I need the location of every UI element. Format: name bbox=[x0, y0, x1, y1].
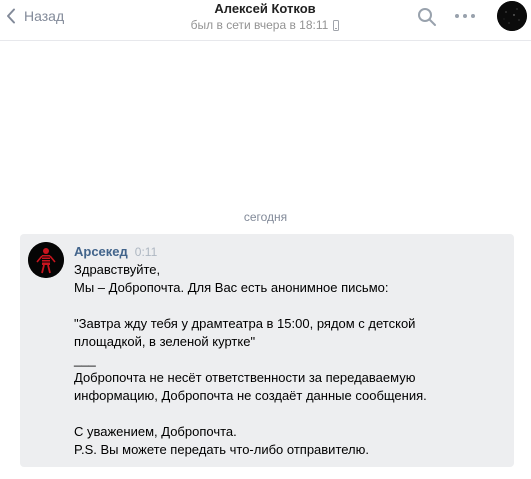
status-text: был в сети вчера в 18:11 bbox=[190, 18, 329, 32]
message-line: площадкой, в зеленой куртке" bbox=[74, 334, 256, 349]
message-line: Добропочта не несёт ответственности за п… bbox=[74, 370, 416, 385]
message-line bbox=[74, 297, 504, 315]
message-line: С уважением, Добропочта. bbox=[74, 424, 237, 439]
message-line bbox=[74, 405, 504, 423]
search-icon[interactable] bbox=[417, 7, 437, 32]
message-line: Здравствуйте, bbox=[74, 262, 161, 277]
online-status: был в сети вчера в 18:11 bbox=[150, 17, 380, 33]
message-time[interactable]: 0:11 bbox=[135, 245, 157, 259]
message-author[interactable]: Арсекед bbox=[74, 244, 128, 259]
message-line: Мы – Добропочта. Для Вас есть анонимное … bbox=[74, 280, 389, 295]
message-line: ___ bbox=[74, 352, 96, 367]
message-line: информацию, Добропочта не создаёт данные… bbox=[74, 388, 427, 403]
message-header: Арсекед 0:11 bbox=[74, 244, 157, 260]
chevron-left-icon bbox=[7, 8, 15, 24]
chat-title-block[interactable]: Алексей Котков был в сети вчера в 18:11 bbox=[150, 1, 380, 33]
chat-header: Назад Алексей Котков был в сети вчера в … bbox=[0, 0, 531, 41]
phone-icon bbox=[333, 20, 340, 31]
message-line: "Завтра жду тебя у драмтеатра в 15:00, р… bbox=[74, 316, 416, 331]
chat-title: Алексей Котков bbox=[214, 1, 316, 16]
message-line: P.S. Вы можете передать что-либо отправи… bbox=[74, 442, 370, 457]
back-label: Назад bbox=[24, 8, 65, 24]
message-text: Здравствуйте, Мы – Добропочта. Для Вас е… bbox=[74, 261, 504, 459]
sender-avatar[interactable] bbox=[28, 242, 64, 278]
contact-avatar[interactable] bbox=[497, 1, 527, 31]
more-icon[interactable] bbox=[454, 8, 476, 29]
message-item[interactable]: Арсекед 0:11 Здравствуйте, Мы – Добропочт… bbox=[20, 234, 514, 467]
back-button[interactable]: Назад bbox=[0, 0, 64, 32]
date-separator: сегодня bbox=[243, 210, 288, 224]
